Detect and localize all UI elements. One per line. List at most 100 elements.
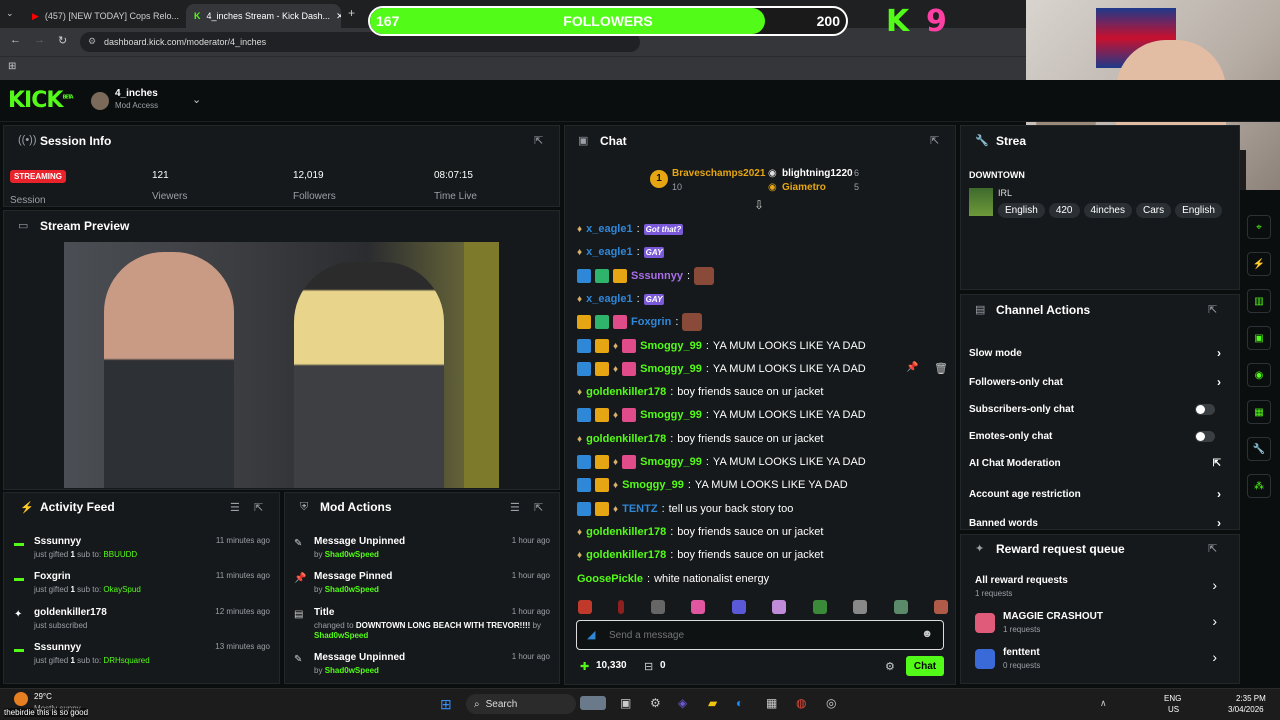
file-explorer-icon[interactable]: ▰ [708,696,717,710]
activity-item[interactable]: ▬ Sssunnyy just gifted 1 sub to: BBUUDD … [14,536,270,566]
mod-user[interactable]: Shad0wSpeed [325,550,379,559]
emote-icon[interactable] [772,600,787,614]
stream-tag[interactable]: Cars [1135,203,1172,218]
task-view-icon[interactable]: ▣ [620,696,631,710]
chat-settings-gear-icon[interactable]: ⚙ [885,660,895,673]
sidebar-bolt-icon[interactable]: ⚡ [1247,252,1271,276]
chat-message[interactable]: ♦ Smoggy_99: YA MUM LOOKS LIKE YA DAD [577,337,866,355]
popout-icon[interactable]: ⇱ [1208,542,1217,555]
send-chat-button[interactable]: Chat [906,656,944,676]
chevron-right-icon[interactable]: › [1212,577,1217,593]
chat-message[interactable]: ♦ goldenkiller178: boy friends sauce on ur… [577,430,823,448]
leaderboard-second-name[interactable]: blightning1220 [782,168,853,179]
copilot-app-icon[interactable]: ◈ [678,696,687,710]
reload-icon[interactable]: ↻ [58,34,67,47]
sidebar-document-icon[interactable]: ▥ [1247,289,1271,313]
stream-video-preview[interactable] [64,242,499,488]
mod-action-item[interactable]: ✎ Message Unpinned by Shad0wSpeed 1 hour… [294,536,550,572]
chat-message[interactable]: ♦ goldenkiller178: boy friends sauce on ur… [577,523,823,541]
emote-icon[interactable] [650,600,665,614]
apps-grid-icon[interactable]: ⊞ [8,61,16,72]
chevron-right-icon[interactable]: › [1212,649,1217,665]
mod-action-item[interactable]: ✎ Message Unpinned by Shad0wSpeed 1 hour… [294,652,550,688]
channel-switcher-chevron-icon[interactable]: ⌄ [192,93,201,106]
emote-icon[interactable] [853,600,868,614]
filter-icon[interactable]: ☰ [230,501,240,514]
chat-message[interactable]: ♦ Smoggy_99: YA MUM LOOKS LIKE YA DAD [577,360,866,378]
chat-message[interactable]: ♦ x_eagle1: Got that? [577,220,684,238]
channel-action-account-age-restriction[interactable]: Account age restriction › [969,487,1229,501]
emote-icon[interactable] [933,600,948,614]
chat-username[interactable]: x_eagle1 [586,246,632,258]
channel-action-followers-only-chat[interactable]: Followers-only chat › [969,375,1229,389]
widget-app-icon[interactable] [580,696,606,710]
mod-user[interactable]: Shad0wSpeed [325,585,379,594]
close-icon[interactable]: ✕ [336,11,341,22]
sidebar-chat-icon[interactable]: ▣ [1247,326,1271,350]
language-indicator[interactable]: ENG [1164,694,1181,703]
chat-username[interactable]: goldenkiller178 [586,433,666,445]
chat-username[interactable]: goldenkiller178 [586,526,666,538]
delete-message-icon[interactable]: 🗑 [934,362,948,375]
activity-item[interactable]: ✦ goldenkiller178 just subscribed 12 min… [14,607,270,637]
mod-action-item[interactable]: 📌 Message Pinned by Shad0wSpeed 1 hour a… [294,571,550,607]
emote-icon[interactable] [618,600,625,614]
external-link-icon[interactable]: ⇱ [1213,458,1221,469]
taskbar-search[interactable]: ⌕ Search [466,694,576,714]
channel-action-emotes-only-chat[interactable]: Emotes-only chat [969,431,1229,442]
browser-tab-youtube[interactable]: ▶ (457) [NEW TODAY] Cops Relo... ✕ [24,4,184,28]
sidebar-broadcast-icon[interactable]: ◉ [1247,363,1271,387]
channel-action-slow-mode[interactable]: Slow mode › [969,346,1229,360]
chat-message[interactable]: ♦ goldenkiller178: boy friends sauce on ur… [577,546,823,564]
chat-message[interactable]: ♦ x_eagle1: GAY [577,243,665,261]
tab-search-icon[interactable]: ⌄ [6,8,14,19]
channel-action-subscribers-only-chat[interactable]: Subscribers-only chat [969,404,1229,415]
settings-app-icon[interactable]: ⚙ [650,696,661,710]
chat-input-box[interactable]: ◢ ☻ [576,620,944,650]
chat-message[interactable]: Sssunnyy: [577,267,715,285]
popout-icon[interactable]: ⇱ [534,134,543,147]
popout-icon[interactable]: ⇱ [1208,303,1217,316]
popout-icon[interactable]: ⇱ [254,501,263,514]
chat-username[interactable]: goldenkiller178 [586,549,666,561]
chat-username[interactable]: Foxgrin [631,316,671,328]
chat-message[interactable]: ♦ Smoggy_99: YA MUM LOOKS LIKE YA DAD [577,453,866,471]
chevron-right-icon[interactable]: › [1217,487,1221,501]
chat-message[interactable]: ♦ TENTZ: tell us your back story too [577,500,793,518]
chat-username[interactable]: Sssunnyy [631,270,683,282]
mod-action-item[interactable]: ▤ Title changed to DOWNTOWN LONG BEACH W… [294,607,550,643]
sidebar-storage-icon[interactable]: ▦ [1247,400,1271,424]
toggle-switch[interactable] [1195,404,1215,415]
new-tab-button[interactable]: + [348,6,355,20]
activity-target[interactable]: OkaySpud [103,585,140,594]
chat-message-input[interactable] [609,627,899,643]
chat-username[interactable]: GoosePickle [577,573,643,585]
chevron-right-icon[interactable]: › [1217,375,1221,389]
chat-username[interactable]: Smoggy_99 [622,479,684,491]
sidebar-focus-icon[interactable]: ⌖ [1247,215,1271,239]
activity-user[interactable]: Sssunnyy [34,536,81,547]
sidebar-users-icon[interactable]: ⁂ [1247,474,1271,498]
chat-message[interactable]: Foxgrin: [577,313,703,331]
chat-username[interactable]: TENTZ [622,503,657,515]
activity-user[interactable]: Foxgrin [34,571,71,582]
channel-action-banned-words[interactable]: Banned words › [969,516,1229,530]
chat-message[interactable]: ♦ Smoggy_99: YA MUM LOOKS LIKE YA DAD [577,406,866,424]
chat-username[interactable]: Smoggy_99 [640,363,702,375]
sidebar-wrench-icon[interactable]: 🔧 [1247,437,1271,461]
chat-message[interactable]: ♦ goldenkiller178: boy friends sauce on ur… [577,383,823,401]
windows-start-icon[interactable]: ⊞ [440,696,452,713]
activity-user[interactable]: Sssunnyy [34,642,81,653]
tray-expand-icon[interactable]: ∧ [1100,698,1107,709]
leaderboard-first-name[interactable]: Braveschamps2021 [672,168,765,179]
emote-icon[interactable] [893,600,908,614]
browser-tab-kick[interactable]: K 4_inches Stream - Kick Dash... ✕ [186,4,341,28]
chat-identity-icon[interactable]: ◢ [587,628,595,641]
toggle-switch[interactable] [1195,431,1215,442]
emote-icon[interactable] [731,600,746,614]
channel-action-ai-chat-moderation[interactable]: AI Chat Moderation ⇱ [969,458,1229,469]
reward-request-item[interactable]: fenttent 0 requests › [975,647,1225,677]
chat-message[interactable]: ♦ x_eagle1: GAY [577,290,665,308]
activity-target[interactable]: DRHsquared [103,656,149,665]
emote-icon[interactable] [691,600,706,614]
